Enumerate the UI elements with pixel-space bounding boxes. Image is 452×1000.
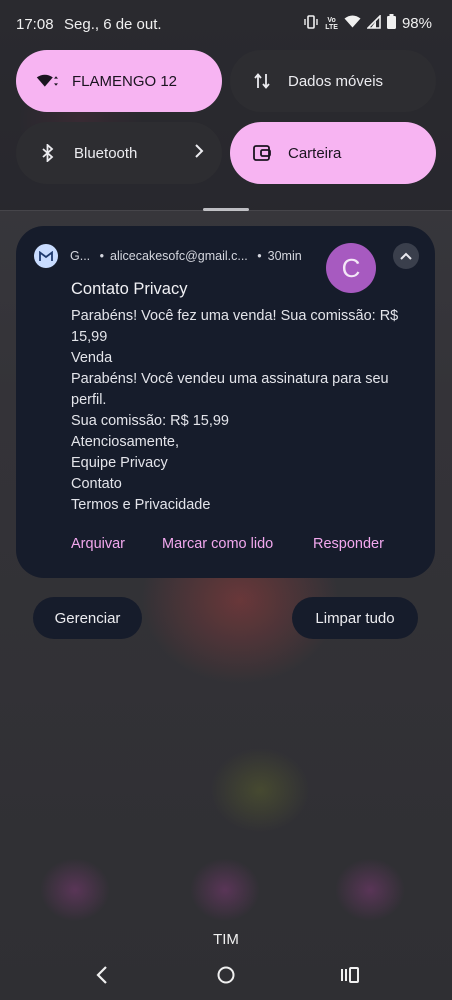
volte-label-top: Vo xyxy=(327,16,336,24)
volte-label-bottom: LTE xyxy=(325,23,338,31)
recents-button[interactable] xyxy=(336,962,364,988)
archive-button[interactable]: Arquivar xyxy=(71,536,125,552)
carrier-label: TIM xyxy=(213,931,239,948)
back-button[interactable] xyxy=(88,962,116,988)
bluetooth-icon xyxy=(36,144,60,162)
wallet-icon xyxy=(250,145,274,161)
tile-bluetooth[interactable]: Bluetooth xyxy=(16,122,222,184)
body-line: Equipe Privacy xyxy=(71,455,168,471)
status-time: 17:08 xyxy=(16,16,54,33)
account-email: alicecakesofc@gmail.c... xyxy=(110,249,248,263)
mark-read-button[interactable]: Marcar como lido xyxy=(162,536,273,552)
notification-header: G... • alicecakesofc@gmail.c... • 30min xyxy=(70,249,308,263)
tile-wallet-label: Carteira xyxy=(288,144,342,162)
chevron-right-icon[interactable] xyxy=(194,142,204,163)
collapse-button[interactable] xyxy=(393,243,419,269)
home-icon xyxy=(217,966,235,984)
sender-avatar: C xyxy=(326,243,376,293)
body-line: Parabéns! Você vendeu uma assinatura par… xyxy=(71,371,389,387)
status-date: Seg., 6 de out. xyxy=(64,16,162,33)
vibrate-icon xyxy=(303,14,319,33)
tile-wallet[interactable]: Carteira xyxy=(230,122,436,184)
wifi-status-icon xyxy=(344,15,361,32)
body-line: Venda xyxy=(71,350,113,366)
signal-icon xyxy=(366,13,381,33)
app-name: G... xyxy=(70,249,91,263)
wifi-icon xyxy=(36,72,60,90)
data-arrows-icon xyxy=(250,72,274,90)
notification-body: Parabéns! Você fez uma venda! Sua comiss… xyxy=(71,306,421,516)
volte-icon: Vo LTE xyxy=(325,17,338,31)
notification-card[interactable]: G... • alicecakesofc@gmail.c... • 30min C … xyxy=(16,226,435,578)
body-line: Atenciosamente, xyxy=(71,434,180,450)
tile-mobile-data-label: Dados móveis xyxy=(288,72,384,90)
body-line: Parabéns! Você fez uma venda! Sua comiss… xyxy=(71,308,399,324)
body-line: perfil. xyxy=(71,392,107,408)
tile-mobile-data[interactable]: Dados móveis xyxy=(230,50,436,112)
status-bar: 17:08 Seg., 6 de out. Vo LTE 98% xyxy=(0,0,452,48)
battery-percentage: 98% xyxy=(401,15,432,32)
separator-dot: • xyxy=(99,249,105,263)
notification-time: 30min xyxy=(267,249,302,263)
back-icon xyxy=(96,966,107,984)
body-line: Contato xyxy=(71,476,122,492)
body-line: Sua comissão: R$ 15,99 xyxy=(71,413,229,429)
separator-dot: • xyxy=(257,249,262,263)
chevron-up-icon xyxy=(400,252,412,260)
home-button[interactable] xyxy=(212,962,240,988)
status-icons: Vo LTE 98% xyxy=(303,13,432,33)
recents-icon xyxy=(341,967,359,983)
tile-wifi[interactable]: FLAMENGO 12 xyxy=(16,50,222,112)
reply-button[interactable]: Responder xyxy=(313,536,384,552)
notification-title: Contato Privacy xyxy=(71,280,188,298)
clear-all-button[interactable]: Limpar tudo xyxy=(292,597,418,639)
body-line: Termos e Privacidade xyxy=(71,497,211,513)
manage-button[interactable]: Gerenciar xyxy=(33,597,142,639)
body-line: 15,99 xyxy=(71,329,108,345)
battery-icon xyxy=(386,14,396,33)
divider xyxy=(0,210,452,211)
tile-bluetooth-label: Bluetooth xyxy=(74,144,138,162)
gmail-icon xyxy=(34,244,58,268)
tile-wifi-label: FLAMENGO 12 xyxy=(72,72,178,90)
